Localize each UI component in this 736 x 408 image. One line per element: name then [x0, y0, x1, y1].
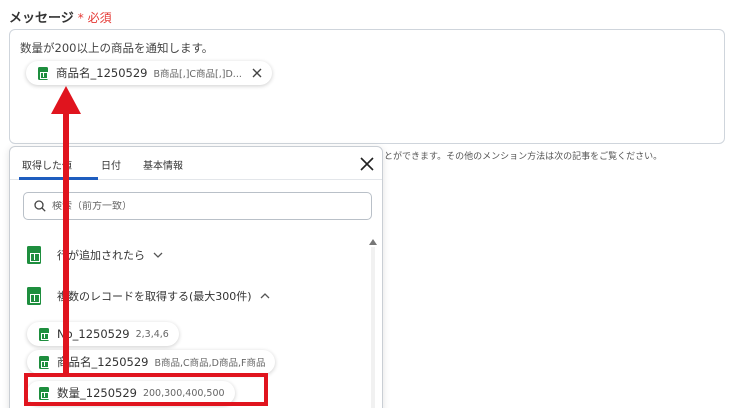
annotation-arrow	[51, 86, 81, 374]
arrow-head	[51, 86, 81, 114]
arrow-shaft	[63, 112, 69, 374]
